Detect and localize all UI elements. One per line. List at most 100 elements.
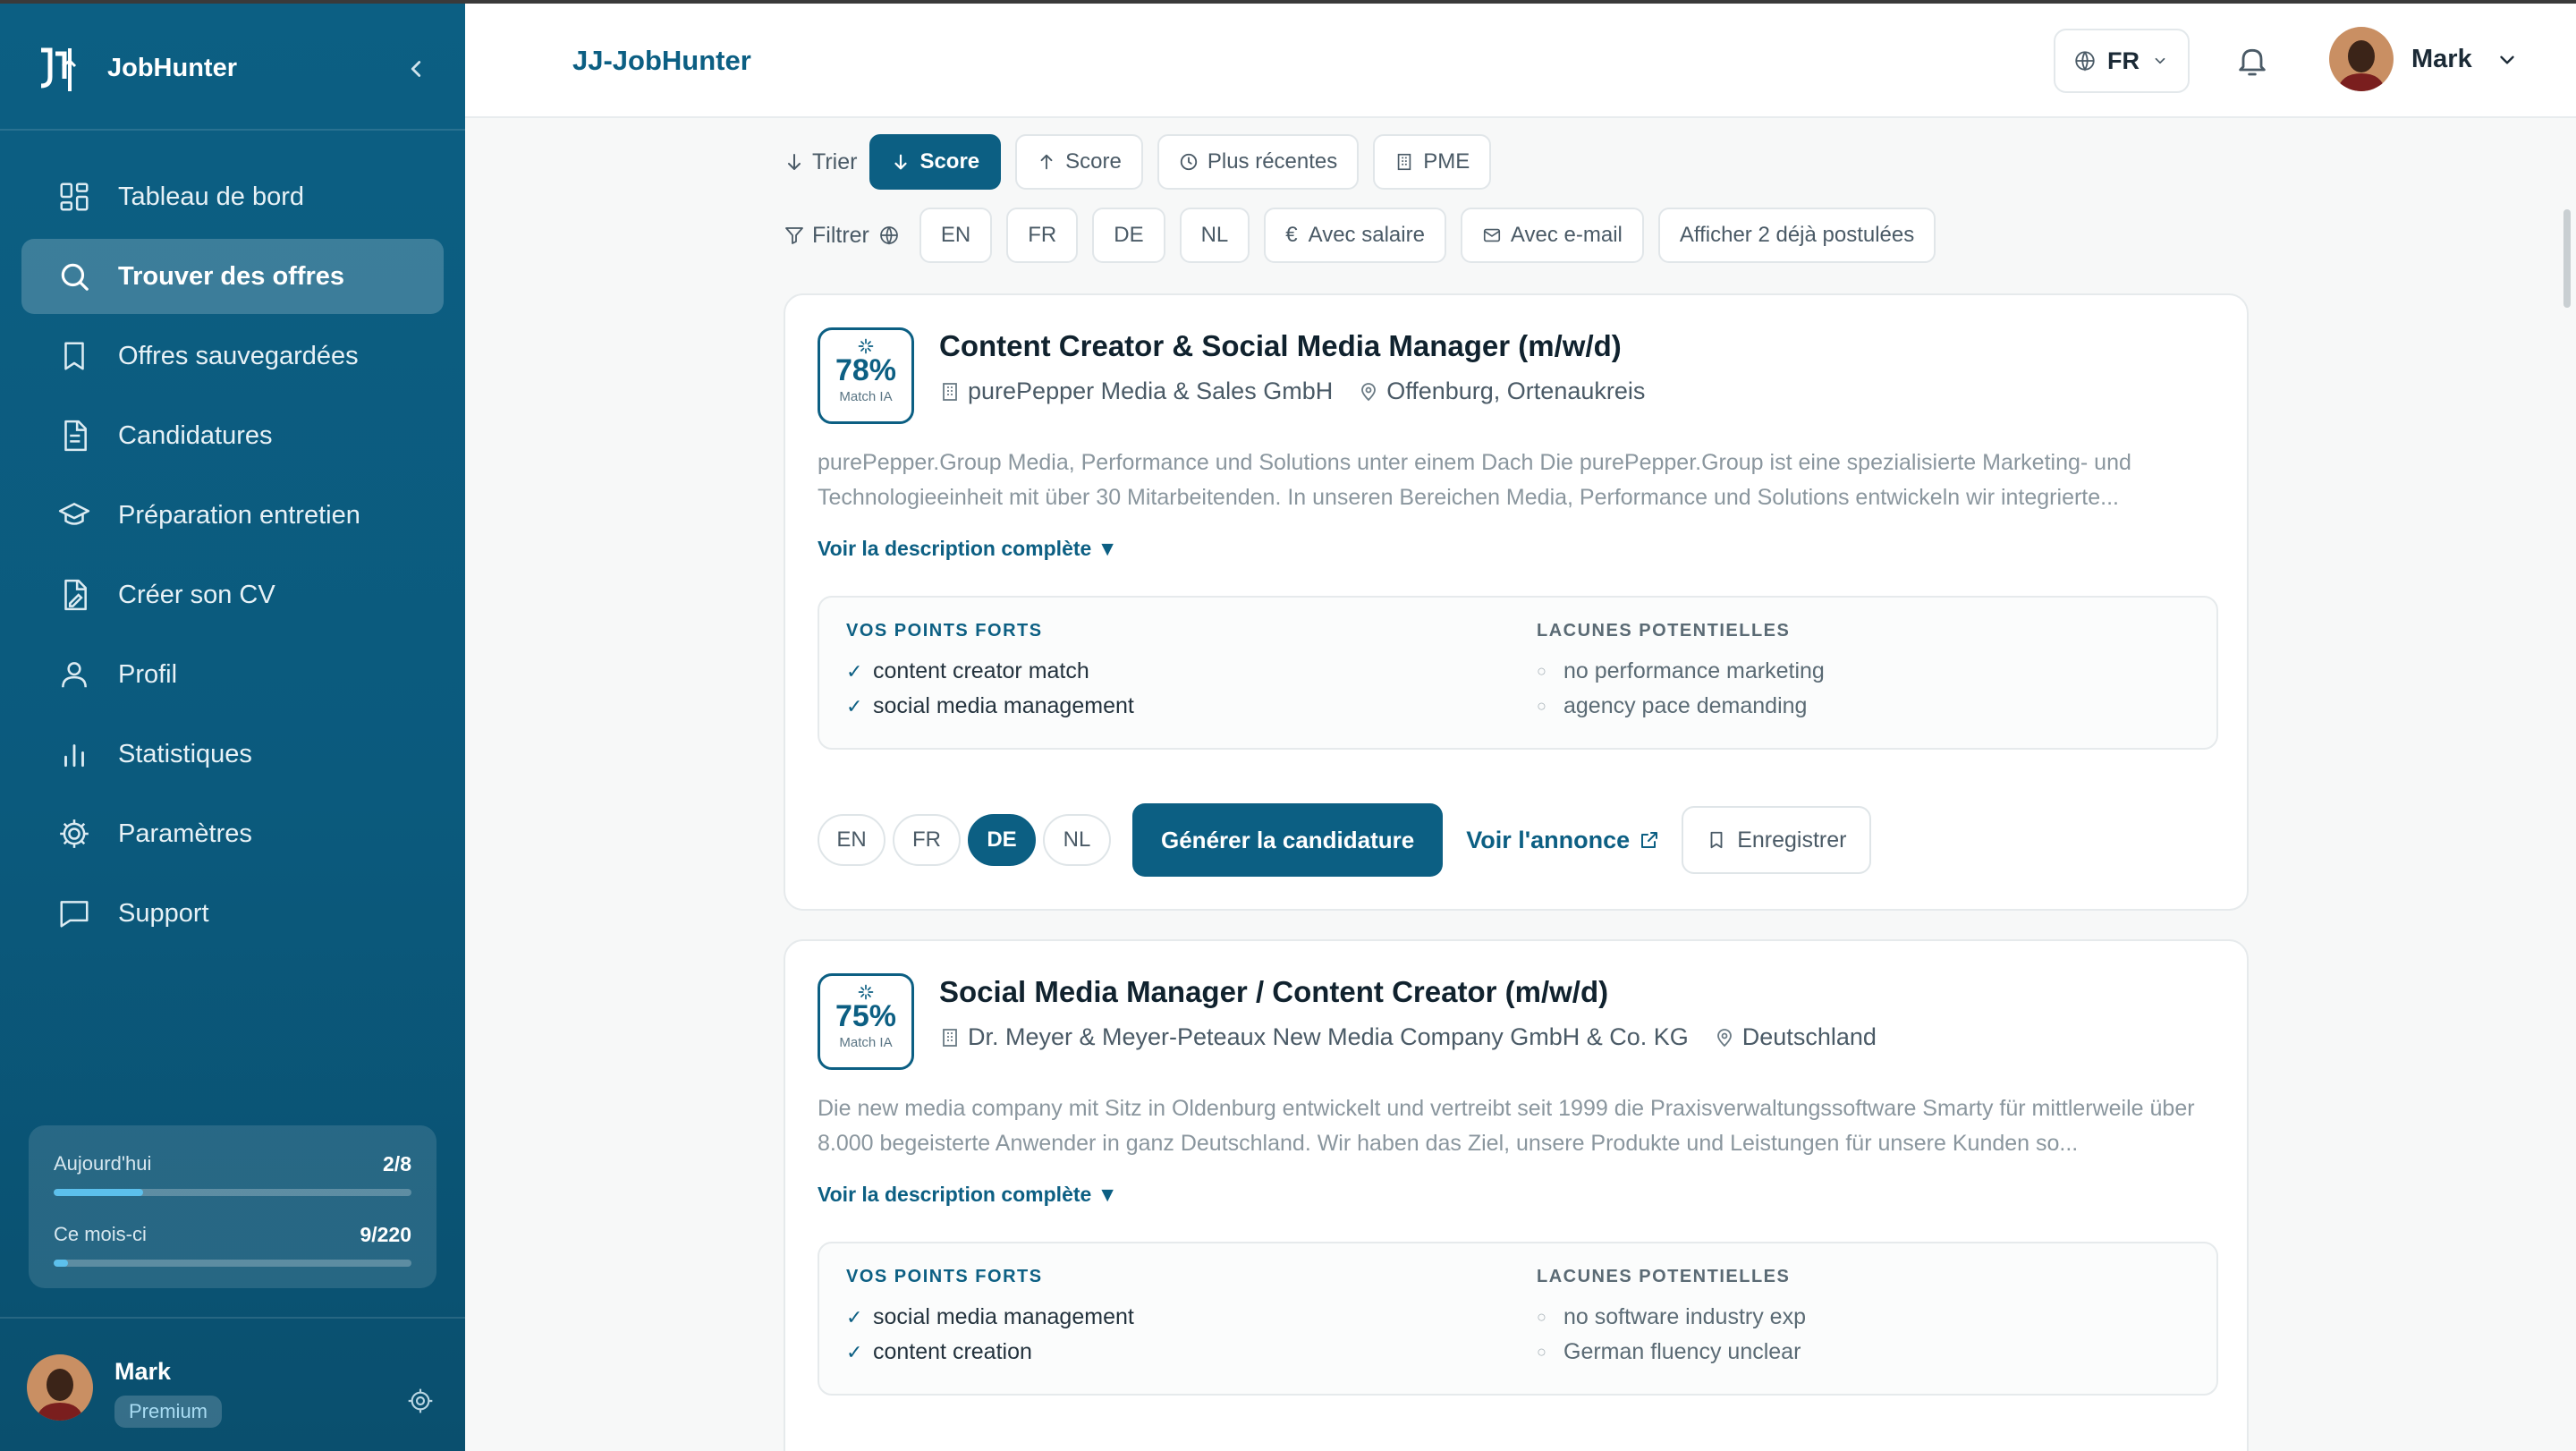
- sidebar-item-label: Créer son CV: [118, 580, 275, 609]
- filter-label-text: Filtrer: [812, 222, 869, 248]
- sort-recent-button[interactable]: Plus récentes: [1157, 134, 1360, 190]
- usage-month-value: 9/220: [360, 1223, 411, 1246]
- filter-language-de[interactable]: DE: [1092, 208, 1165, 263]
- strengths-title: VOS POINTS FORTS: [846, 621, 1043, 641]
- clock-icon: [1180, 153, 1198, 171]
- match-score-badge: 78% Match IA: [818, 327, 914, 424]
- save-job-label: Enregistrer: [1737, 827, 1847, 853]
- usage-today-label: Aujourd'hui: [54, 1152, 152, 1175]
- match-score: 75%: [835, 999, 897, 1033]
- view-posting-link[interactable]: Voir l'annonce: [1466, 827, 1660, 854]
- sidebar-item-label: Candidatures: [118, 420, 273, 450]
- notification-bell-icon[interactable]: [2234, 43, 2270, 79]
- sort-score-asc-button[interactable]: Score: [1015, 134, 1143, 190]
- strength-item: ✓ social media management: [846, 689, 1134, 724]
- sidebar-item-interview-prep[interactable]: Préparation entretien: [21, 478, 444, 553]
- arrow-down-icon: [788, 154, 801, 170]
- sidebar-item-find-offers[interactable]: Trouver des offres: [21, 239, 444, 314]
- mail-icon: [1483, 228, 1500, 242]
- sidebar-item-profile[interactable]: Profil: [21, 637, 444, 712]
- building-icon: [943, 1028, 957, 1047]
- filter-email-button[interactable]: Avec e-mail: [1460, 208, 1644, 263]
- sidebar-item-applications[interactable]: Candidatures: [21, 398, 444, 473]
- sidebar-item-create-cv[interactable]: Créer son CV: [21, 557, 444, 632]
- gaps-section: LACUNES POTENTIELLES ○ no performance mar…: [1537, 621, 1825, 724]
- sidebar-user[interactable]: Mark Premium: [0, 1317, 465, 1451]
- brand: JobHunter: [0, 4, 465, 131]
- sort-sme-button[interactable]: PME: [1373, 134, 1492, 190]
- window-top-border: [0, 0, 2576, 4]
- match-score-label: Match IA: [839, 389, 893, 404]
- show-full-description-link[interactable]: Voir la description complète ▼: [818, 537, 1117, 561]
- show-applied-button[interactable]: Afficher 2 déjà postulées: [1657, 208, 1936, 263]
- check-icon: ✓: [846, 1306, 863, 1328]
- check-icon: ✓: [846, 1341, 863, 1363]
- language-pill-de[interactable]: DE: [968, 814, 1036, 866]
- sidebar-item-dashboard[interactable]: Tableau de bord: [21, 159, 444, 234]
- filter-language-label: DE: [1114, 223, 1144, 247]
- collapse-sidebar-icon[interactable]: [402, 55, 429, 82]
- globe-icon: [880, 226, 898, 245]
- sidebar-item-label: Tableau de bord: [118, 182, 304, 211]
- sidebar-item-saved-offers[interactable]: Offres sauvegardées: [21, 318, 444, 394]
- header-avatar[interactable]: [2329, 27, 2394, 91]
- usage-today-bar-fill: [54, 1189, 143, 1196]
- strength-item: ✓ content creator match: [846, 654, 1134, 689]
- usage-panel: Aujourd'hui 2/8 Ce mois-ci 9/220: [29, 1125, 436, 1288]
- language-pill-en[interactable]: EN: [818, 814, 886, 866]
- gap-item: ○ German fluency unclear: [1537, 1335, 1806, 1370]
- brand-name: JobHunter: [107, 54, 237, 82]
- gap-item: ○ no software industry exp: [1537, 1300, 1806, 1335]
- language-pill-nl[interactable]: NL: [1043, 814, 1111, 866]
- sort-option-label: Score: [1065, 149, 1122, 174]
- sparkle-icon: [858, 338, 874, 354]
- check-icon: ✓: [846, 660, 863, 683]
- gap-text: no software industry exp: [1563, 1304, 1806, 1329]
- sidebar-item-statistics[interactable]: Statistiques: [21, 717, 444, 792]
- language-pill-fr[interactable]: FR: [893, 814, 961, 866]
- gap-text: no performance marketing: [1563, 658, 1825, 683]
- circle-icon: ○: [1537, 1343, 1546, 1361]
- sidebar-item-support[interactable]: Support: [21, 876, 444, 951]
- job-description: purePepper.Group Media, Performance und …: [818, 450, 2131, 510]
- top-header: JJ-JobHunter FR Mark: [465, 4, 2576, 118]
- match-score: 78%: [835, 353, 897, 387]
- generate-application-button[interactable]: Générer la candidature: [1132, 803, 1444, 877]
- gaps-section: LACUNES POTENTIELLES ○ no software indust…: [1537, 1267, 1806, 1370]
- show-full-description-link[interactable]: Voir la description complète ▼: [818, 1183, 1117, 1207]
- filter-language-en[interactable]: EN: [919, 208, 993, 263]
- chevron-down-icon[interactable]: [2496, 48, 2519, 72]
- filter-salary-label: Avec salaire: [1308, 223, 1425, 247]
- bar-chart-icon: [64, 744, 84, 768]
- filter-icon: [785, 227, 803, 244]
- sort-score-desc-button[interactable]: Score: [869, 134, 1002, 190]
- strength-text: social media management: [873, 693, 1134, 718]
- strength-item: ✓ social media management: [846, 1300, 1134, 1335]
- jobhunter-logo-icon: [40, 47, 77, 91]
- job-title[interactable]: Social Media Manager / Content Creator (…: [939, 975, 1608, 1009]
- sidebar-item-settings[interactable]: Paramètres: [21, 796, 444, 871]
- filter-salary-button[interactable]: € Avec salaire: [1264, 208, 1446, 263]
- page-scrollbar[interactable]: [2563, 209, 2571, 308]
- gap-text: German fluency unclear: [1563, 1339, 1801, 1364]
- sort-label: Trier: [784, 149, 857, 175]
- gear-icon[interactable]: [406, 1387, 435, 1415]
- globe-icon: [2075, 51, 2095, 72]
- save-job-button[interactable]: Enregistrer: [1682, 806, 1872, 874]
- graduation-cap-icon: [58, 503, 90, 525]
- usage-month: Ce mois-ci 9/220: [54, 1223, 411, 1247]
- header-user-name[interactable]: Mark: [2411, 45, 2472, 74]
- strengths-section: VOS POINTS FORTS ✓ social media managemen…: [846, 1267, 1134, 1370]
- avatar: [27, 1354, 93, 1421]
- map-pin-icon: [1361, 382, 1377, 401]
- filter-language-fr[interactable]: FR: [1006, 208, 1079, 263]
- strength-text: content creation: [873, 1339, 1032, 1364]
- map-pin-icon: [1716, 1028, 1732, 1047]
- filter-language-nl[interactable]: NL: [1179, 208, 1250, 263]
- language-selector[interactable]: FR: [2054, 29, 2190, 93]
- euro-icon: €: [1285, 223, 1298, 247]
- filter-bar: Filtrer EN FR DE NL € Avec salaire Avec …: [784, 208, 1950, 263]
- job-title[interactable]: Content Creator & Social Media Manager (…: [939, 329, 1622, 363]
- sort-option-label: PME: [1423, 149, 1470, 174]
- strength-item: ✓ content creation: [846, 1335, 1134, 1370]
